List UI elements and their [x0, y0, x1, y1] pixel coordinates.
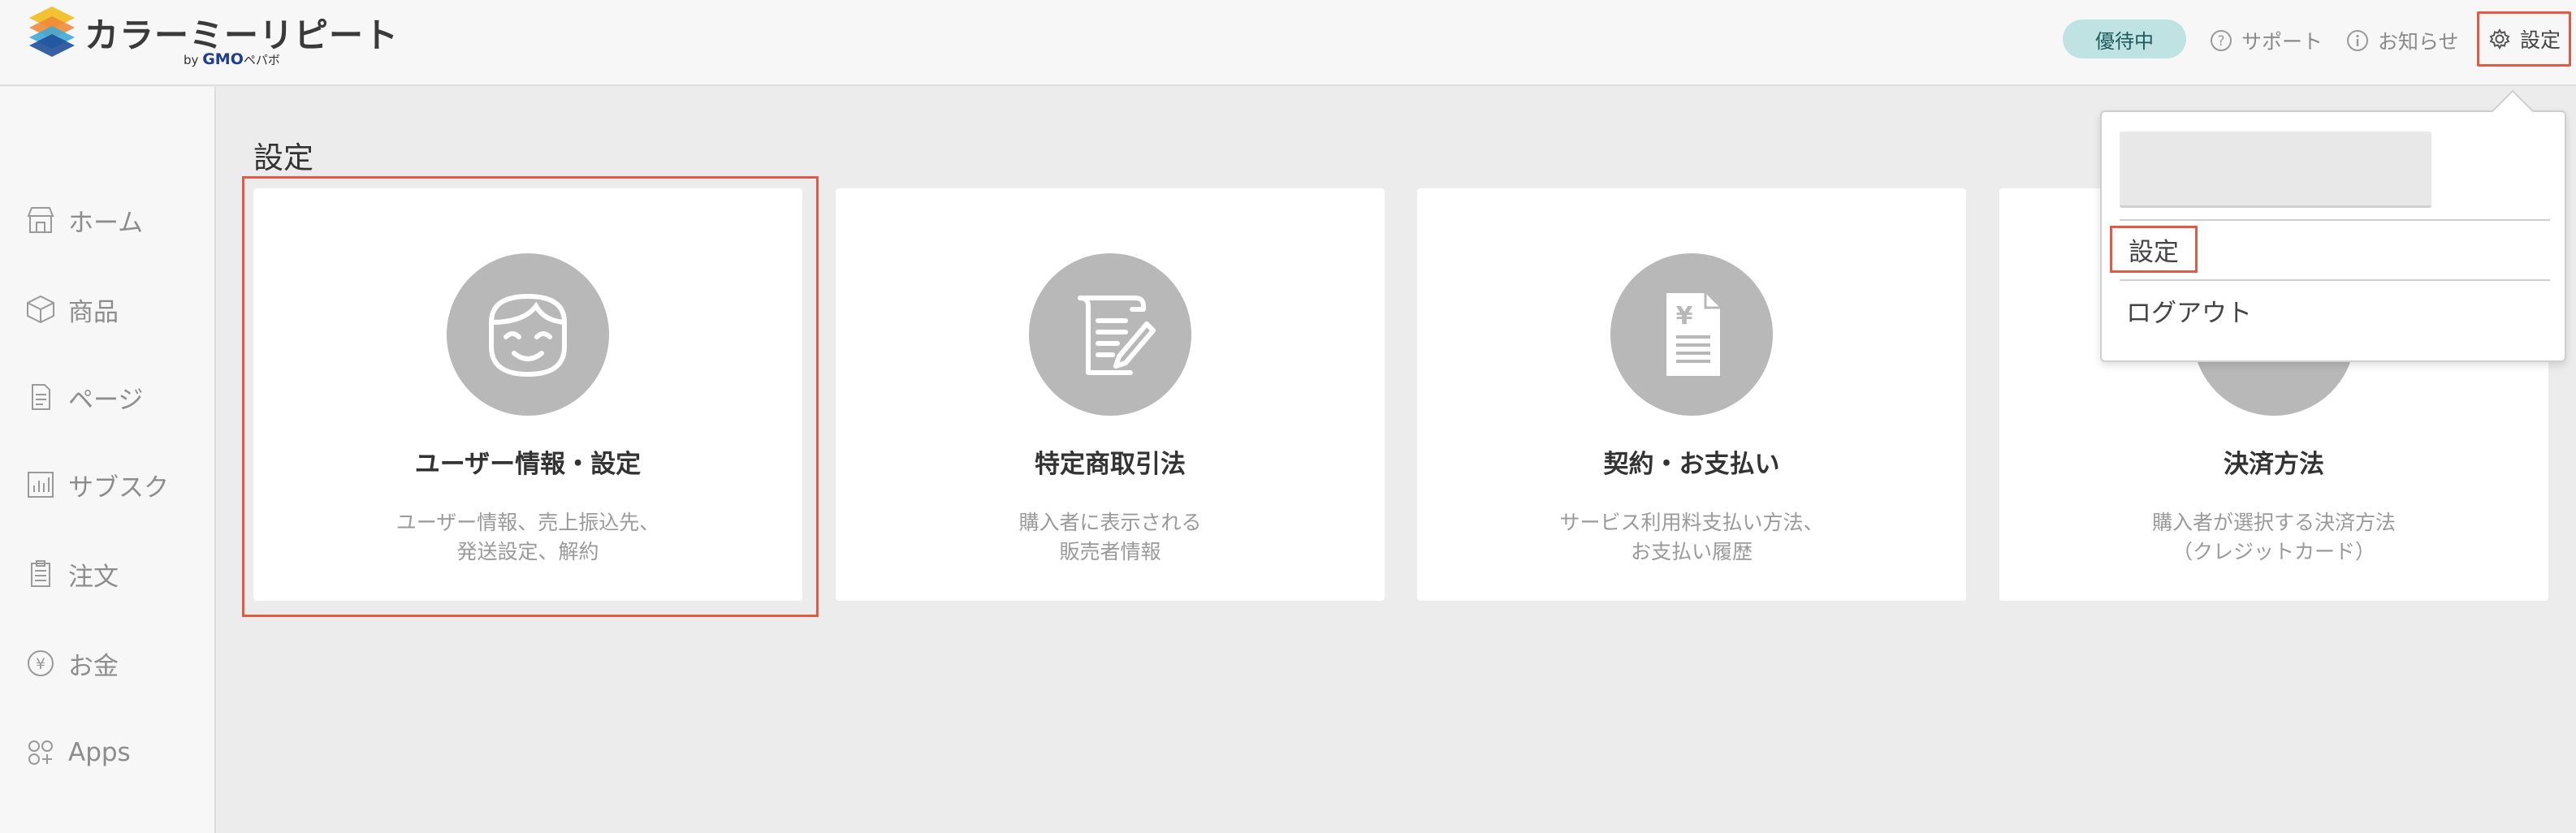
card-description: ユーザー情報、売上振込先、 発送設定、解約: [253, 508, 802, 567]
card-contract-payment[interactable]: ¥ 契約・お支払い サービス利用料支払い方法、 お支払い履歴: [1417, 188, 1966, 601]
card-description-line: 販売者情報: [1059, 540, 1161, 563]
settings-label: 設定: [2519, 28, 2561, 52]
card-description-line: 購入者に表示される: [1018, 511, 1202, 534]
sidebar: ホーム 商品 ページ サブスク 注文 ¥ お金 Apps: [0, 87, 216, 833]
sidebar-item-products[interactable]: 商品: [24, 285, 119, 334]
card-description: サービス利用料支払い方法、 お支払い履歴: [1417, 508, 1966, 567]
dropdown-settings-item[interactable]: 設定: [2110, 226, 2198, 273]
dropdown-divider: [2120, 219, 2550, 221]
sidebar-item-orders[interactable]: 注文: [24, 550, 119, 598]
gear-icon: [2487, 27, 2512, 51]
top-header: カラーミーリピート by GMOペパボ 優待中 ? サポート お知らせ 設定: [0, 0, 2576, 86]
news-link[interactable]: お知らせ: [2345, 24, 2459, 57]
sidebar-item-apps[interactable]: Apps: [24, 728, 131, 777]
card-title: ユーザー情報・設定: [414, 450, 642, 479]
svg-text:?: ?: [2217, 33, 2224, 50]
app-logo[interactable]: カラーミーリピート by GMOペパボ: [24, 3, 398, 73]
card-user-settings[interactable]: ユーザー情報・設定 ユーザー情報、売上振込先、 発送設定、解約: [253, 188, 802, 601]
sidebar-item-label: お金: [68, 651, 119, 681]
sidebar-item-label: ホーム: [68, 208, 144, 238]
svg-text:¥: ¥: [1676, 302, 1693, 330]
logo-byline: by GMOペパボ: [184, 50, 280, 68]
document-icon: [24, 381, 57, 413]
card-description-line: お支払い履歴: [1630, 540, 1753, 563]
logo-company-text: ペパボ: [243, 53, 280, 67]
sidebar-item-home[interactable]: ホーム: [24, 196, 143, 244]
svg-text:¥: ¥: [36, 655, 45, 673]
dropdown-arrow: [2492, 89, 2534, 132]
info-circle-icon: [2345, 28, 2370, 53]
sidebar-item-label: ページ: [68, 385, 144, 415]
card-description-line: 購入者が選択する決済方法: [2151, 511, 2396, 534]
logo-by-text: by: [184, 53, 199, 67]
sidebar-item-money[interactable]: ¥ お金: [24, 639, 119, 688]
help-circle-icon: ?: [2209, 28, 2233, 53]
yen-document-icon: ¥: [1610, 253, 1773, 416]
yuutai-badge[interactable]: 優待中: [2063, 19, 2186, 58]
page-title: 設定: [253, 140, 313, 175]
card-title: 契約・お支払い: [1603, 450, 1780, 479]
card-title: 特定商取引法: [1035, 450, 1186, 479]
card-description-line: サービス利用料支払い方法、: [1559, 511, 1824, 534]
apps-icon: [24, 736, 57, 769]
sidebar-item-pages[interactable]: ページ: [24, 373, 143, 421]
logo-mark-icon: [29, 6, 75, 57]
dropdown-logout-item[interactable]: ログアウト: [2126, 292, 2252, 329]
card-description-line: （クレジットカード）: [2172, 540, 2375, 563]
settings-menu-button[interactable]: 設定: [2477, 11, 2571, 67]
sidebar-item-label: 商品: [68, 297, 119, 327]
store-icon: [24, 204, 57, 236]
news-label: お知らせ: [2378, 30, 2459, 54]
card-description: 購入者に表示される 販売者情報: [836, 508, 1385, 567]
document-pen-icon: [1029, 253, 1191, 416]
card-commerce-law[interactable]: 特定商取引法 購入者に表示される 販売者情報: [836, 188, 1385, 601]
box-icon: [24, 293, 57, 326]
sidebar-item-label: サブスク: [68, 473, 169, 503]
card-description: 購入者が選択する決済方法 （クレジットカード）: [1999, 508, 2548, 567]
card-description-line: ユーザー情報、売上振込先、: [395, 511, 660, 534]
card-title: 決済方法: [2224, 450, 2324, 479]
bar-chart-icon: [24, 468, 57, 501]
settings-dropdown-menu: 設定 ログアウト: [2100, 89, 2566, 362]
face-icon: [447, 253, 609, 416]
account-placeholder: [2120, 132, 2431, 208]
sidebar-item-subscriptions[interactable]: サブスク: [24, 460, 169, 509]
logo-gmo-text: GMO: [202, 50, 244, 68]
dropdown-divider: [2120, 279, 2550, 281]
sidebar-item-label: Apps: [68, 738, 131, 767]
yen-icon: ¥: [24, 647, 57, 680]
card-description-line: 発送設定、解約: [456, 540, 599, 563]
clipboard-icon: [24, 558, 57, 590]
support-link[interactable]: ? サポート: [2209, 24, 2323, 57]
sidebar-item-label: 注文: [68, 562, 119, 592]
support-label: サポート: [2241, 30, 2323, 54]
